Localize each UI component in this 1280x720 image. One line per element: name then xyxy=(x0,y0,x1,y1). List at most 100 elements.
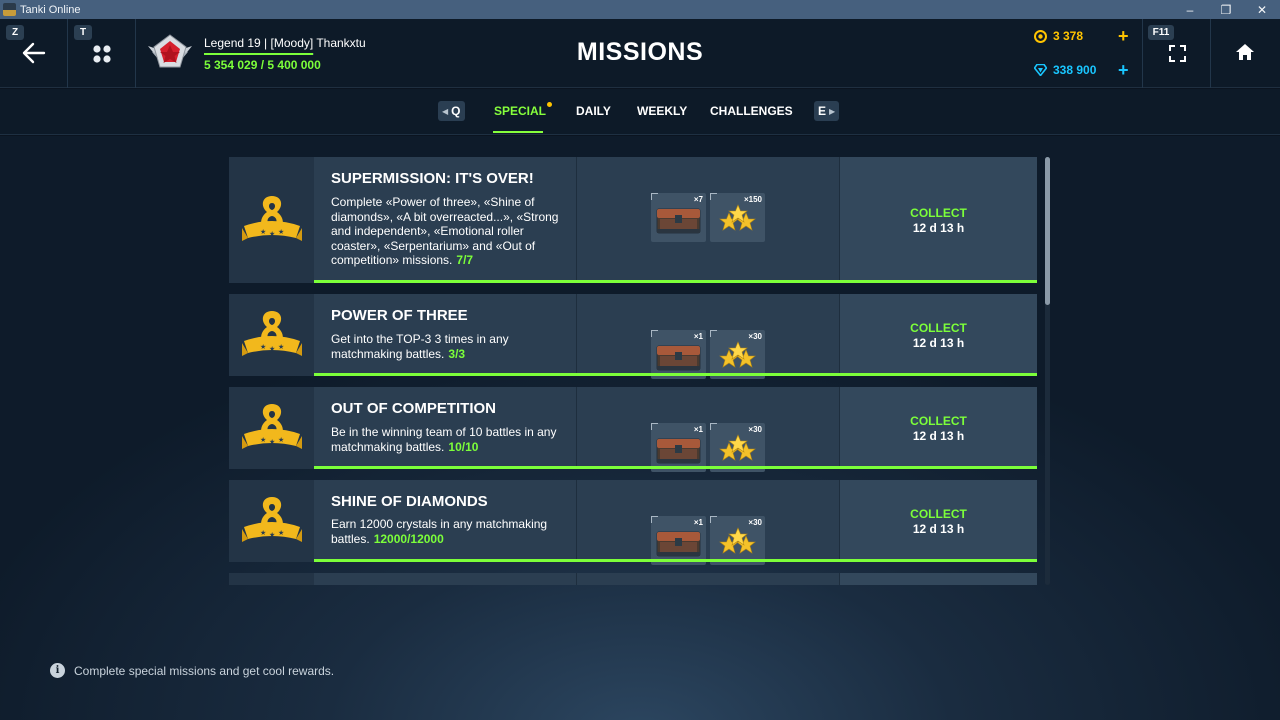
time-remaining: 12 d 13 h xyxy=(912,220,965,235)
mission-info: OUT OF COMPETITION Be in the winning tea… xyxy=(314,387,577,469)
reward-item[interactable]: ×1 xyxy=(651,516,706,565)
close-button[interactable]: ✕ xyxy=(1244,0,1280,19)
mission-info: SHINE OF DIAMONDS Earn 12000 crystals in… xyxy=(314,480,577,562)
mission-description-text: Get into the TOP-3 3 times in any matchm… xyxy=(331,332,509,361)
mission-info: SUPERMISSION: IT'S OVER! Complete «Power… xyxy=(314,157,577,283)
window-titlebar: Tanki Online – ❐ ✕ xyxy=(0,0,1280,19)
svg-text:★: ★ xyxy=(278,228,284,236)
mission-description-text: Be in the winning team of 10 battles in … xyxy=(331,425,557,454)
window-controls: – ❐ ✕ xyxy=(1172,0,1280,19)
gold-balance: 3 378 + xyxy=(1034,26,1129,46)
mission-badge-icon: ★ ★ ★ xyxy=(241,311,302,356)
time-remaining: 12 d 13 h xyxy=(912,335,965,350)
time-remaining: 12 d 13 h xyxy=(912,428,965,443)
time-remaining: 12 d 13 h xyxy=(912,521,965,536)
svg-text:★: ★ xyxy=(269,230,275,238)
prev-tab-key[interactable]: ◀ Q xyxy=(438,101,465,121)
collect-button[interactable]: COLLECT 12 d 13 h xyxy=(840,480,1037,562)
svg-text:★: ★ xyxy=(278,436,284,444)
buy-crystals-button[interactable]: + xyxy=(1118,60,1129,81)
hint: i Complete special missions and get cool… xyxy=(50,663,334,678)
mission-list: ★ ★ ★ SUPERMISSION: IT'S OVER! Complete … xyxy=(229,157,1037,585)
mission-description: Get into the TOP-3 3 times in any matchm… xyxy=(331,332,571,361)
mission-title: POWER OF THREE xyxy=(331,307,468,324)
fullscreen-button[interactable]: F11 xyxy=(1142,19,1211,88)
collect-button[interactable]: COLLECT 12 d 13 h xyxy=(840,387,1037,469)
mission-icon: ★ ★ ★ xyxy=(229,387,314,469)
reward-item[interactable]: ×7 xyxy=(651,193,706,242)
tab-daily[interactable]: DAILY xyxy=(576,104,611,118)
mission-badge-icon: ★ ★ ★ xyxy=(241,196,302,241)
svg-text:★: ★ xyxy=(269,438,275,446)
active-tab-indicator xyxy=(493,131,543,133)
window-title: Tanki Online xyxy=(20,3,81,16)
next-tab-hotkey: E xyxy=(818,104,827,118)
mission-tabs: ◀ Q SPECIAL DAILY WEEKLY CHALLENGES E ▶ xyxy=(0,89,1280,135)
mission-info: POWER OF THREE Get into the TOP-3 3 time… xyxy=(314,294,577,376)
mission-progress-bar xyxy=(314,466,1037,469)
mission-icon: ★ ★ ★ xyxy=(229,157,314,283)
mission-icon: ★ ★ ★ xyxy=(229,294,314,376)
reward-item[interactable]: ×30 xyxy=(710,423,765,472)
svg-text:★: ★ xyxy=(269,345,275,353)
svg-text:★: ★ xyxy=(260,343,266,351)
reward-item[interactable]: ×30 xyxy=(710,330,765,379)
crystal-amount: 338 900 xyxy=(1053,63,1097,77)
mission-rewards: ×1 ×30 xyxy=(577,480,840,565)
collect-label: COLLECT xyxy=(910,205,967,220)
reward-item[interactable]: ×30 xyxy=(710,516,765,565)
next-tab-key[interactable]: E ▶ xyxy=(814,101,840,121)
tab-weekly[interactable]: WEEKLY xyxy=(637,104,687,118)
buy-gold-button[interactable]: + xyxy=(1118,26,1129,47)
svg-text:★: ★ xyxy=(260,529,266,537)
mission-rewards: ×1 ×30 xyxy=(577,387,840,472)
coin-icon xyxy=(1034,29,1047,43)
reward-item[interactable]: ×1 xyxy=(651,330,706,379)
mission-count: 12000/12000 xyxy=(373,531,444,546)
svg-text:★: ★ xyxy=(278,529,284,537)
svg-text:★: ★ xyxy=(269,531,275,539)
tab-notification-dot xyxy=(547,102,552,107)
mission-card[interactable]: ★ ★ ★ POWER OF THREE Get into the TOP-3 … xyxy=(229,294,1037,379)
mission-card[interactable]: ★ ★ ★ SUPERMISSION: IT'S OVER! Complete … xyxy=(229,157,1037,283)
mission-title: SHINE OF DIAMONDS xyxy=(331,493,488,510)
fullscreen-icon xyxy=(1169,45,1186,62)
collect-label: COLLECT xyxy=(910,320,967,335)
collect-button[interactable] xyxy=(840,573,1037,585)
mission-progress-bar xyxy=(314,280,1037,283)
mission-count: 7/7 xyxy=(456,253,474,268)
app-icon xyxy=(3,3,16,16)
mission-badge-icon: ★ ★ ★ xyxy=(241,404,302,449)
restore-button[interactable]: ❐ xyxy=(1208,0,1244,19)
tab-special[interactable]: SPECIAL xyxy=(494,104,546,118)
mission-card[interactable]: ★ ★ ★ OUT OF COMPETITION Be in the winni… xyxy=(229,387,1037,472)
collect-button[interactable]: COLLECT 12 d 13 h xyxy=(840,294,1037,376)
mission-info xyxy=(314,573,577,585)
tab-challenges[interactable]: CHALLENGES xyxy=(710,104,793,118)
caret-right-icon: ▶ xyxy=(829,106,836,116)
mission-count: 3/3 xyxy=(448,346,466,361)
mission-progress-bar xyxy=(314,373,1037,376)
caret-left-icon: ◀ xyxy=(442,106,449,116)
reward-item[interactable]: ×1 xyxy=(651,423,706,472)
mission-icon xyxy=(229,573,314,585)
mission-card[interactable]: ★ ★ ★ SHINE OF DIAMONDS Earn 12000 cryst… xyxy=(229,480,1037,565)
home-icon xyxy=(1236,44,1254,60)
scrollbar-thumb[interactable] xyxy=(1045,157,1050,305)
home-button[interactable] xyxy=(1211,19,1280,88)
gold-amount: 3 378 xyxy=(1053,29,1084,43)
collect-button[interactable]: COLLECT 12 d 13 h xyxy=(840,157,1037,283)
reward-item[interactable]: ×150 xyxy=(710,193,765,242)
mission-description: Complete «Power of three», «Shine of dia… xyxy=(331,195,571,268)
mission-rewards: ×1 ×30 xyxy=(577,294,840,379)
crystal-icon xyxy=(1034,64,1047,76)
mission-icon: ★ ★ ★ xyxy=(229,480,314,562)
minimize-button[interactable]: – xyxy=(1172,0,1208,19)
collect-label: COLLECT xyxy=(910,506,967,521)
mission-list-scrollbar[interactable] xyxy=(1045,157,1050,585)
mission-card[interactable] xyxy=(229,573,1037,585)
hint-text: Complete special missions and get cool r… xyxy=(74,663,335,678)
mission-rewards: ×7 ×150 xyxy=(577,157,840,283)
top-header: Z T Legend 19 | [Moody] Thankxtu 5 354 0… xyxy=(0,19,1280,88)
collect-label: COLLECT xyxy=(910,413,967,428)
